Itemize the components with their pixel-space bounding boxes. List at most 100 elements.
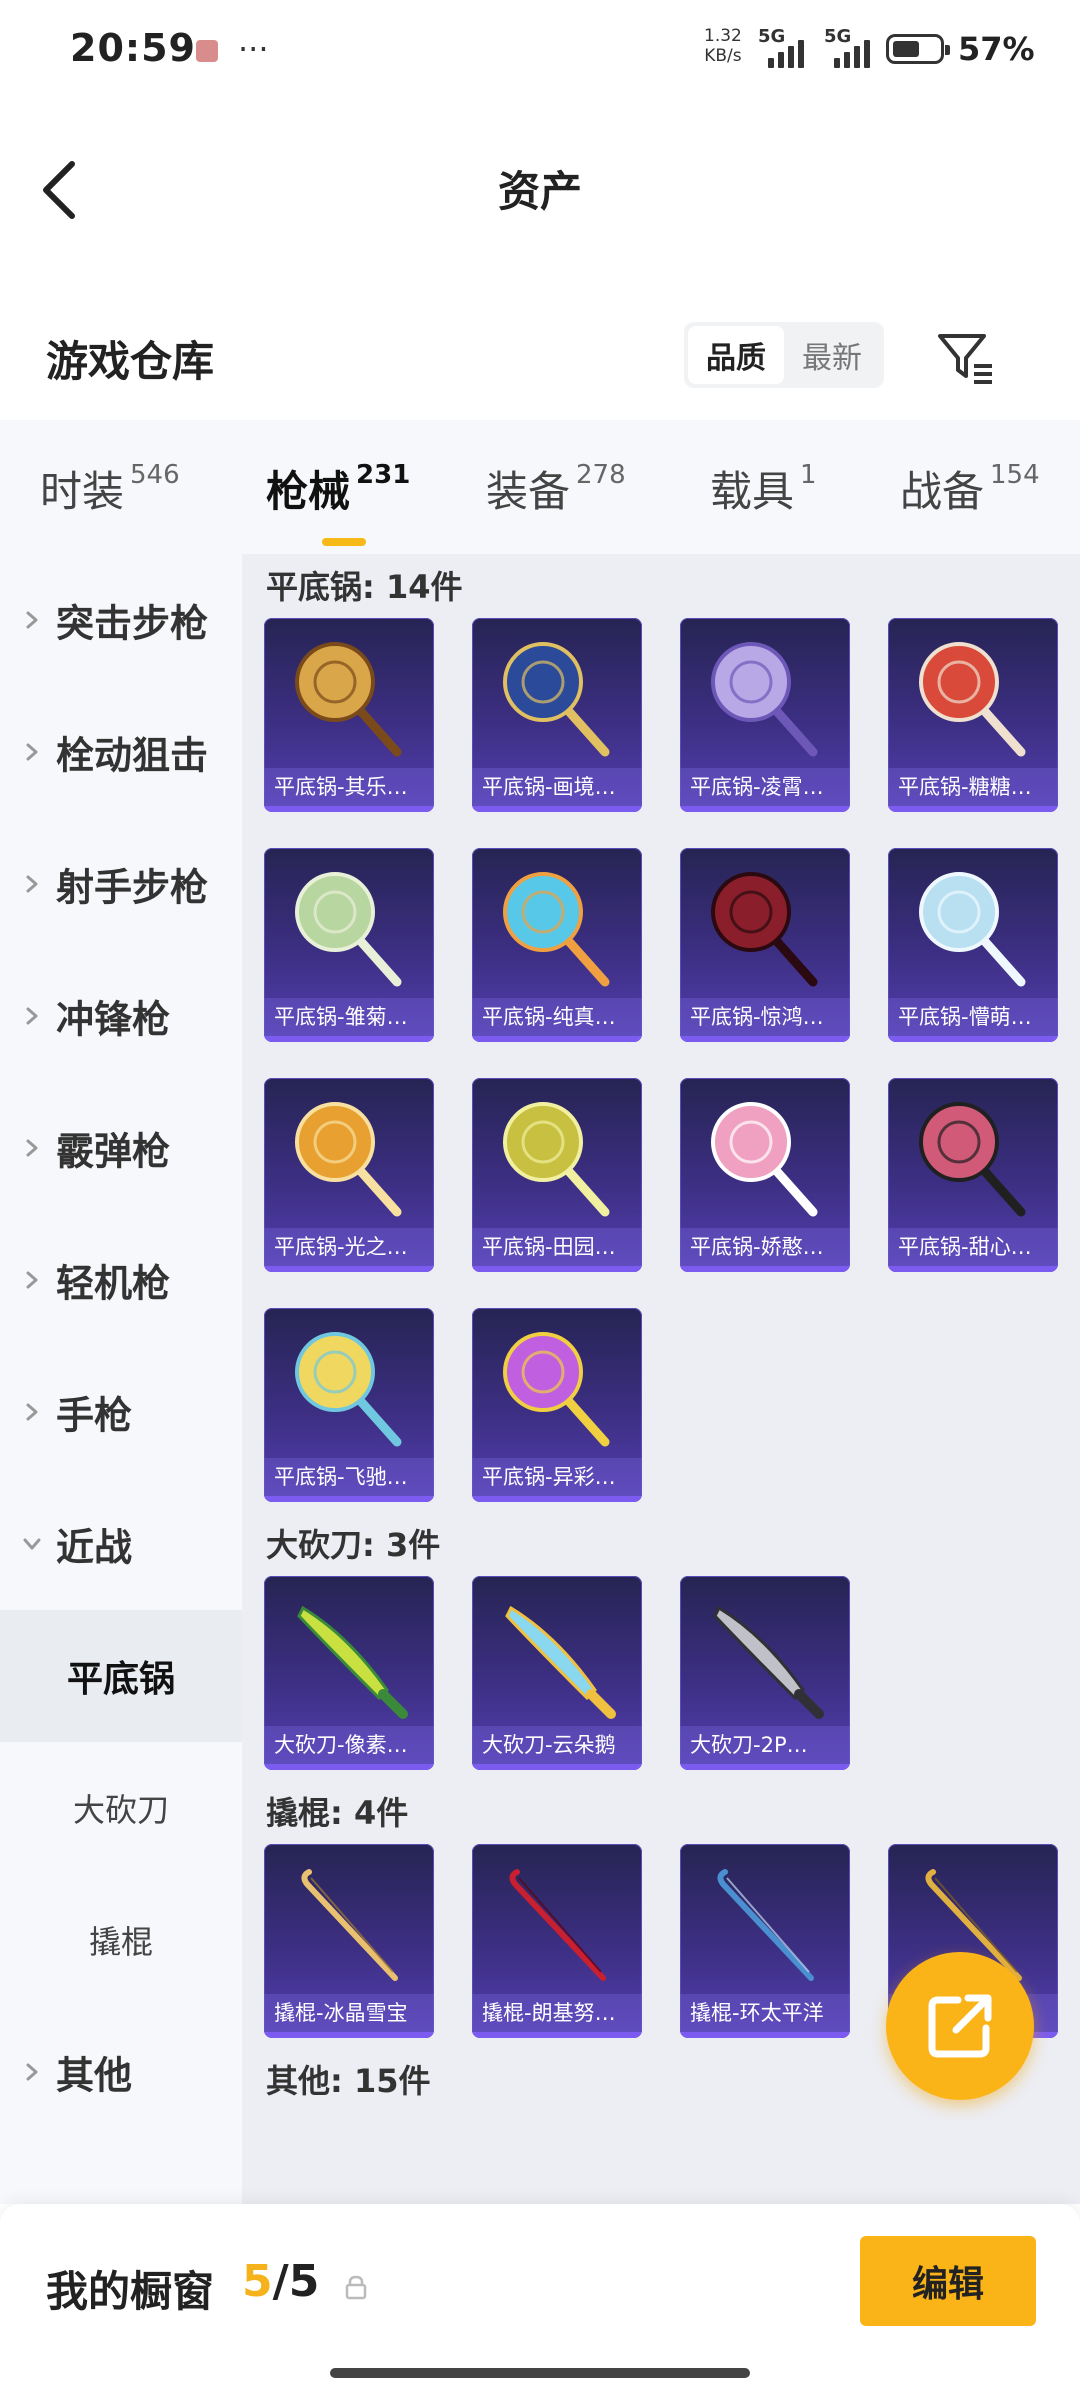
chevron-right-icon xyxy=(26,1007,38,1025)
rarity-edge xyxy=(264,1036,434,1042)
sidebar-item-bolt-sniper[interactable]: 栓动狙击 xyxy=(0,686,242,818)
tab-equipment[interactable]: 装备 278 xyxy=(486,458,626,548)
item-card[interactable]: 撬棍-环太平洋 xyxy=(680,1844,850,2038)
notification-icon xyxy=(196,40,218,62)
sidebar-item-other[interactable]: 其他 xyxy=(0,2006,242,2138)
showcase-bar: 我的橱窗 5/5 编辑 xyxy=(0,2204,1080,2400)
item-name: 平底锅-懵萌… xyxy=(888,998,1058,1036)
item-card[interactable]: 平底锅-田园… xyxy=(472,1078,642,1272)
item-name: 撬棍-朗基努… xyxy=(472,1994,642,2032)
sidebar-sub-machete[interactable]: 大砍刀 xyxy=(0,1742,242,1874)
sort-quality-option[interactable]: 品质 xyxy=(688,326,784,384)
item-name: 平底锅-田园… xyxy=(472,1228,642,1266)
item-card[interactable]: 平底锅-异彩… xyxy=(472,1308,642,1502)
rarity-edge xyxy=(888,1036,1058,1042)
sidebar-item-marksman-rifle[interactable]: 射手步枪 xyxy=(0,818,242,950)
item-card[interactable]: 平底锅-糖糖… xyxy=(888,618,1058,812)
item-card[interactable]: 平底锅-甜心… xyxy=(888,1078,1058,1272)
tab-fashion[interactable]: 时装 546 xyxy=(40,458,180,548)
share-button[interactable] xyxy=(886,1952,1034,2100)
network-speed-value: 1.32 xyxy=(704,26,742,46)
pan-icon xyxy=(503,872,610,987)
tab-firearms[interactable]: 枪械 231 xyxy=(266,458,410,548)
pan-icon xyxy=(295,1332,402,1447)
more-notifications-icon: ··· xyxy=(238,30,269,68)
section-title: 游戏仓库 xyxy=(46,337,215,386)
item-card[interactable]: 大砍刀-2P… xyxy=(680,1576,850,1770)
item-card[interactable]: 大砍刀-像素… xyxy=(264,1576,434,1770)
rarity-edge xyxy=(680,1266,850,1272)
machete-icon xyxy=(297,1605,408,1719)
sidebar-sub-pan[interactable]: 平底锅 xyxy=(0,1610,242,1742)
tab-count: 231 xyxy=(356,460,411,490)
chevron-down-icon xyxy=(23,1538,41,1550)
rarity-edge xyxy=(264,1496,434,1502)
pan-icon xyxy=(711,642,818,757)
item-name: 平底锅-惊鸿… xyxy=(680,998,850,1036)
battery-icon xyxy=(886,34,950,64)
item-card[interactable]: 大砍刀-云朵鹅 xyxy=(472,1576,642,1770)
pan-icon xyxy=(711,1102,818,1217)
network-speed-unit: KB/s xyxy=(704,46,742,66)
tab-label: 枪械 xyxy=(266,467,351,516)
page-title: 资产 xyxy=(497,167,582,216)
rarity-edge xyxy=(680,806,850,812)
item-card[interactable]: 平底锅-惊鸿… xyxy=(680,848,850,1042)
machete-icon xyxy=(505,1605,616,1719)
rarity-edge xyxy=(472,1036,642,1042)
status-bar: 20:59 ··· 1.32 KB/s 5G 5G 57% xyxy=(0,0,1080,100)
rarity-edge xyxy=(472,806,642,812)
sidebar-item-smg[interactable]: 冲锋枪 xyxy=(0,950,242,1082)
sidebar-item-shotgun[interactable]: 霰弹枪 xyxy=(0,1082,242,1214)
pan-icon xyxy=(503,1102,610,1217)
item-card[interactable]: 撬棍-冰晶雪宝 xyxy=(264,1844,434,2038)
chevron-right-icon xyxy=(26,1271,38,1289)
pan-icon xyxy=(295,1102,402,1217)
filter-icon xyxy=(938,334,992,384)
sidebar-item-melee[interactable]: 近战 xyxy=(0,1478,242,1610)
item-card[interactable]: 撬棍-朗基努… xyxy=(472,1844,642,2038)
crowbar-icon xyxy=(509,1869,606,1981)
item-card[interactable]: 平底锅-纯真… xyxy=(472,848,642,1042)
sidebar-item-lmg[interactable]: 轻机枪 xyxy=(0,1214,242,1346)
item-name: 平底锅-雏菊… xyxy=(264,998,434,1036)
tab-label: 装备 xyxy=(486,467,571,516)
item-name: 大砍刀-2P… xyxy=(680,1726,850,1764)
filter-button[interactable] xyxy=(934,326,996,388)
sort-newest-option[interactable]: 最新 xyxy=(784,326,880,384)
item-card[interactable]: 平底锅-画境… xyxy=(472,618,642,812)
sidebar-item-pistol[interactable]: 手枪 xyxy=(0,1346,242,1478)
item-card[interactable]: 平底锅-懵萌… xyxy=(888,848,1058,1042)
item-card[interactable]: 平底锅-其乐… xyxy=(264,618,434,812)
item-card[interactable]: 平底锅-凌霄… xyxy=(680,618,850,812)
sidebar-item-label: 霰弹枪 xyxy=(56,1129,171,1174)
item-card[interactable]: 平底锅-娇憨… xyxy=(680,1078,850,1272)
showcase-current: 5 xyxy=(242,2256,273,2307)
tab-count: 278 xyxy=(576,460,626,490)
item-name: 平底锅-画境… xyxy=(472,768,642,806)
sort-toggle: 品质 最新 xyxy=(684,322,884,388)
category-tabs: 时装 546 枪械 231 装备 278 载具 1 战备 154 xyxy=(0,420,1080,554)
tab-vehicles[interactable]: 载具 1 xyxy=(710,458,817,548)
home-indicator[interactable] xyxy=(330,2368,750,2378)
rarity-edge xyxy=(472,1496,642,1502)
item-card[interactable]: 平底锅-雏菊… xyxy=(264,848,434,1042)
tab-count: 154 xyxy=(990,460,1040,490)
sidebar-item-label: 冲锋枪 xyxy=(56,997,171,1042)
sidebar-item-assault-rifle[interactable]: 突击步枪 xyxy=(0,554,242,686)
rarity-edge xyxy=(264,1266,434,1272)
item-card[interactable]: 平底锅-飞驰… xyxy=(264,1308,434,1502)
chevron-right-icon xyxy=(26,875,38,893)
sidebar-sub-crowbar[interactable]: 撬棍 xyxy=(0,1874,242,2006)
edit-button[interactable]: 编辑 xyxy=(860,2236,1036,2326)
item-card[interactable]: 平底锅-光之… xyxy=(264,1078,434,1272)
share-icon xyxy=(928,1994,992,2058)
machete-icon xyxy=(713,1605,824,1719)
item-name: 撬棍-冰晶雪宝 xyxy=(264,1994,434,2032)
showcase-count: 5/5 xyxy=(242,2256,319,2307)
item-name: 大砍刀-像素… xyxy=(264,1726,434,1764)
tab-combat-supplies[interactable]: 战备 154 xyxy=(900,458,1040,548)
sidebar-item-label: 射手步枪 xyxy=(56,865,209,910)
pan-icon xyxy=(919,872,1026,987)
crowbar-icon xyxy=(301,1869,398,1981)
